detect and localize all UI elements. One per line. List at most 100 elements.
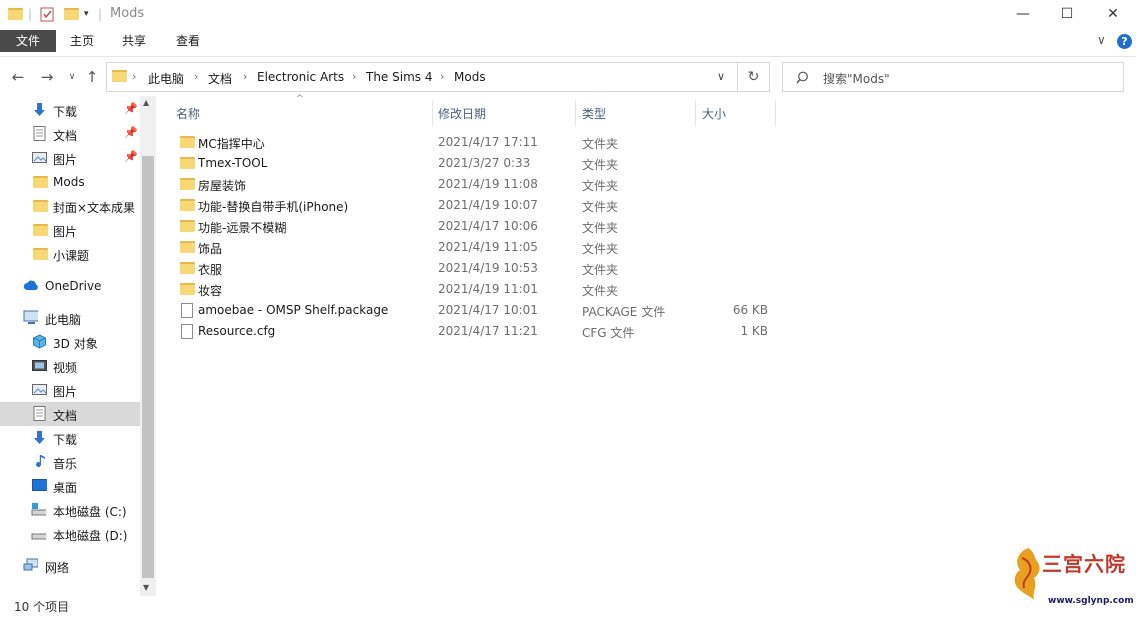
refresh-button[interactable]: ↻ bbox=[738, 62, 770, 92]
column-header-type[interactable]: 类型 bbox=[582, 105, 606, 122]
expand-ribbon-icon[interactable]: ∨ bbox=[1097, 33, 1106, 47]
address-dropdown-icon[interactable]: ∨ bbox=[717, 70, 725, 83]
up-button[interactable]: ↑ bbox=[83, 67, 101, 87]
tab-view[interactable]: 查看 bbox=[164, 30, 212, 52]
pin-icon[interactable]: 📌 bbox=[124, 150, 138, 163]
scroll-thumb[interactable] bbox=[142, 156, 154, 578]
column-divider[interactable] bbox=[775, 100, 776, 126]
download-icon bbox=[34, 103, 45, 116]
sidebar-item-music[interactable]: 音乐 bbox=[0, 450, 140, 474]
column-divider[interactable] bbox=[575, 100, 576, 126]
sidebar-item-onedrive[interactable]: OneDrive bbox=[0, 274, 140, 298]
address-bar[interactable]: › 此电脑 › 文档 › Electronic Arts › The Sims … bbox=[106, 62, 738, 92]
download-icon bbox=[34, 431, 45, 444]
back-button[interactable]: ← bbox=[9, 67, 27, 87]
sidebar-item-pictures-folder[interactable]: 图片 bbox=[0, 218, 140, 242]
list-item[interactable]: 功能-替换自带手机(iPhone) 2021/4/19 10:07 文件夹 bbox=[176, 195, 776, 216]
pin-icon[interactable]: 📌 bbox=[124, 102, 138, 115]
folder-icon bbox=[180, 220, 195, 235]
column-header-modified[interactable]: 修改日期 bbox=[438, 105, 486, 122]
folder-icon bbox=[8, 5, 23, 23]
sidebar-item-downloads[interactable]: 下载 📌 bbox=[0, 98, 140, 122]
file-icon bbox=[181, 324, 193, 342]
documents-icon bbox=[33, 126, 46, 141]
sidebar-item-pictures-pc[interactable]: 图片 bbox=[0, 378, 140, 402]
sidebar-item-label: 网络 bbox=[45, 561, 70, 575]
scroll-up-icon[interactable]: ▲ bbox=[143, 98, 149, 107]
sidebar-item-label: 下载 bbox=[53, 105, 78, 119]
breadcrumb-the-sims-4[interactable]: The Sims 4 bbox=[366, 70, 432, 84]
sidebar-item-documents-pc[interactable]: 文档 bbox=[0, 402, 140, 426]
file-size: 66 KB bbox=[732, 303, 768, 317]
column-divider[interactable] bbox=[432, 100, 433, 126]
close-button[interactable]: ✕ bbox=[1090, 0, 1136, 28]
column-divider[interactable] bbox=[695, 100, 696, 126]
file-modified: 2021/4/17 17:11 bbox=[438, 135, 538, 149]
sidebar-item-videos[interactable]: 视频 bbox=[0, 354, 140, 378]
breadcrumb-mods[interactable]: Mods bbox=[454, 70, 486, 84]
sidebar-item-this-pc[interactable]: 此电脑 bbox=[0, 306, 140, 330]
column-header-size[interactable]: 大小 bbox=[702, 105, 726, 122]
file-type: 文件夹 bbox=[582, 179, 619, 193]
breadcrumb-separator[interactable]: › bbox=[352, 70, 356, 83]
sidebar-item-desktop[interactable]: 桌面 bbox=[0, 474, 140, 498]
help-icon[interactable]: ? bbox=[1117, 34, 1132, 49]
pin-icon[interactable]: 📌 bbox=[124, 126, 138, 139]
customize-qa-icon[interactable]: ▾ bbox=[84, 5, 89, 23]
sidebar-scrollbar[interactable]: ▲ ▼ bbox=[140, 96, 156, 596]
sidebar-item-mods[interactable]: Mods bbox=[0, 170, 140, 194]
column-header-name[interactable]: 名称 bbox=[176, 105, 200, 122]
search-icon bbox=[796, 71, 808, 84]
list-item[interactable]: Tmex-TOOL 2021/3/27 0:33 文件夹 bbox=[176, 153, 776, 174]
sidebar-item-network[interactable]: 网络 bbox=[0, 554, 140, 578]
file-modified: 2021/4/19 11:01 bbox=[438, 282, 538, 296]
properties-icon[interactable] bbox=[40, 5, 55, 23]
maximize-button[interactable]: ☐ bbox=[1044, 0, 1090, 28]
watermark-logo: 三宫六院 www.sglynp.com bbox=[1008, 544, 1134, 612]
list-item[interactable]: 衣服 2021/4/19 10:53 文件夹 bbox=[176, 258, 776, 279]
breadcrumb-separator[interactable]: › bbox=[440, 70, 444, 83]
list-item[interactable]: 妆容 2021/4/19 11:01 文件夹 bbox=[176, 279, 776, 300]
sidebar-item-label: 小课题 bbox=[53, 249, 90, 263]
sidebar-item-cover-results[interactable]: 封面×文本成果 bbox=[0, 194, 140, 218]
breadcrumb-separator[interactable]: › bbox=[243, 70, 247, 83]
breadcrumb-documents[interactable]: 文档 bbox=[208, 70, 232, 87]
documents-icon bbox=[33, 406, 46, 421]
list-item[interactable]: MC指挥中心 2021/4/17 17:11 文件夹 bbox=[176, 132, 776, 153]
forward-button[interactable]: → bbox=[38, 67, 56, 87]
recent-locations-button[interactable]: ∨ bbox=[63, 67, 81, 87]
search-box[interactable]: 搜索"Mods" bbox=[782, 62, 1124, 92]
breadcrumb-electronic-arts[interactable]: Electronic Arts bbox=[257, 70, 344, 84]
separator: | bbox=[98, 7, 103, 21]
sidebar-item-3d-objects[interactable]: 3D 对象 bbox=[0, 330, 140, 354]
file-type: PACKAGE 文件 bbox=[582, 305, 666, 319]
file-modified: 2021/4/19 10:53 bbox=[438, 261, 538, 275]
folder-icon bbox=[180, 178, 195, 193]
list-item[interactable]: 房屋装饰 2021/4/19 11:08 文件夹 bbox=[176, 174, 776, 195]
scroll-down-icon[interactable]: ▼ bbox=[143, 583, 149, 592]
tab-share[interactable]: 共享 bbox=[110, 30, 158, 52]
sidebar-item-label: Mods bbox=[53, 175, 85, 189]
list-item[interactable]: amoebae - OMSP Shelf.package 2021/4/17 1… bbox=[176, 300, 776, 321]
sidebar-item-documents[interactable]: 文档 📌 bbox=[0, 122, 140, 146]
tab-home[interactable]: 主页 bbox=[58, 30, 106, 52]
minimize-button[interactable]: — bbox=[1000, 0, 1046, 28]
list-item[interactable]: Resource.cfg 2021/4/17 11:21 CFG 文件 1 KB bbox=[176, 321, 776, 342]
breadcrumb-separator[interactable]: › bbox=[132, 70, 136, 83]
folder-icon bbox=[180, 241, 195, 256]
breadcrumb-this-pc[interactable]: 此电脑 bbox=[148, 70, 184, 87]
search-placeholder: 搜索"Mods" bbox=[823, 72, 890, 86]
new-folder-icon[interactable] bbox=[64, 5, 79, 23]
sidebar-item-pictures[interactable]: 图片 📌 bbox=[0, 146, 140, 170]
address-row: ← → ∨ ↑ › 此电脑 › 文档 › Electronic Arts › T… bbox=[0, 56, 1136, 96]
list-item[interactable]: 功能-远景不模糊 2021/4/17 10:06 文件夹 bbox=[176, 216, 776, 237]
sidebar-item-drive-d[interactable]: 本地磁盘 (D:) bbox=[0, 522, 140, 546]
sidebar-item-downloads-pc[interactable]: 下载 bbox=[0, 426, 140, 450]
breadcrumb-separator[interactable]: › bbox=[194, 70, 198, 83]
sidebar-item-drive-c[interactable]: 本地磁盘 (C:) bbox=[0, 498, 140, 522]
folder-icon bbox=[180, 136, 195, 151]
list-item[interactable]: 饰品 2021/4/19 11:05 文件夹 bbox=[176, 237, 776, 258]
tab-file[interactable]: 文件 bbox=[0, 30, 56, 52]
music-icon bbox=[36, 455, 45, 468]
sidebar-item-topics[interactable]: 小课题 bbox=[0, 242, 140, 266]
